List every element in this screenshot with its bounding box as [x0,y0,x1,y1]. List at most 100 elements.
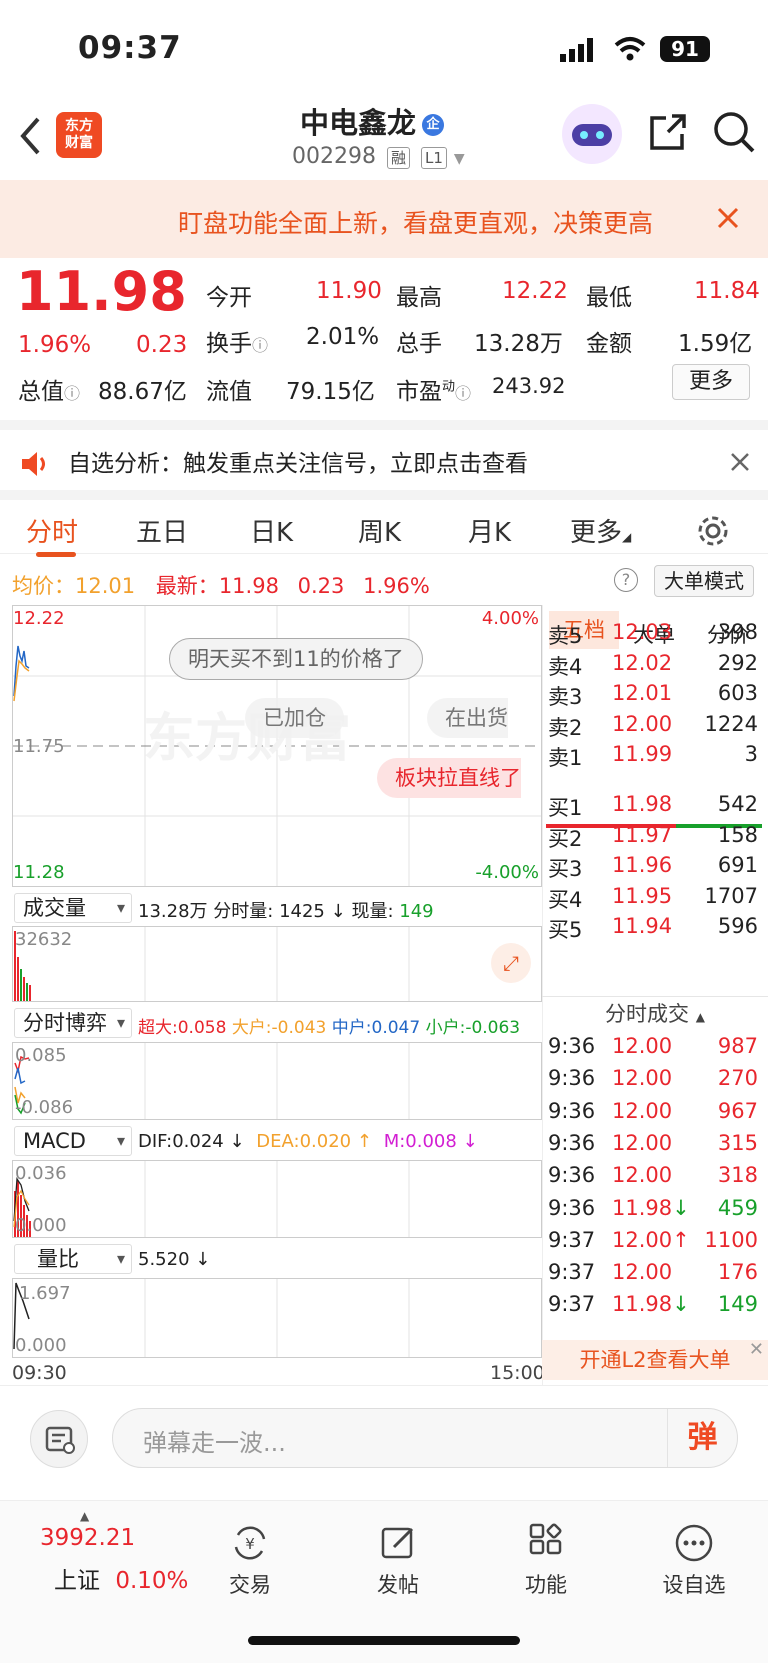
comment-bar: 弹幕走一波... 弹 [0,1385,768,1495]
game-chart[interactable]: 0.085 -0.086 [12,1042,542,1120]
robot-assistant-icon[interactable] [562,104,622,164]
mcap-value: 88.67亿 [98,379,187,405]
big-order-mode-button[interactable]: 大单模式 [654,565,754,597]
ask-row: 卖4 12.02 292 [548,650,758,679]
tab-weekly-k[interactable]: 周K [358,512,401,549]
help-icon[interactable]: ? [614,568,638,592]
banner-text: 盯盘功能全面上新，看盘更直观，决策更高 [178,209,654,238]
y-axis-bottom: 11.28 [13,862,65,883]
macd-indicator-select[interactable]: MACD [14,1126,132,1156]
pe-value: 243.92 [492,374,566,398]
ratio-info: 5.520 ↓ [138,1249,211,1270]
danmaku-bubble[interactable]: 明天买不到11的价格了 [169,638,423,680]
intraday-price-chart[interactable]: 东方财富 12.22 11.75 11.28 4.00% -4.00% 明天买不… [12,605,542,887]
volume-chart[interactable]: 32632 ⤢ [12,926,542,1002]
comment-list-icon[interactable] [30,1410,88,1468]
volume-indicator-select[interactable]: 成交量 [14,893,132,923]
ask-row: 卖2 12.00 1224 [548,711,758,740]
feature-banner[interactable]: 盯盘功能全面上新，看盘更直观，决策更高 [0,180,768,258]
l2-promo-button[interactable]: 开通L2查看大单 ✕ [542,1339,768,1380]
expand-icon[interactable]: ⤢ [491,943,531,983]
game-y-top: 0.085 [15,1045,67,1066]
game-lines [14,1043,410,1119]
bid-row: 买4 11.95 1707 [548,883,758,912]
app-logo[interactable]: 东方 财富 [56,112,102,158]
wifi-icon [614,37,646,61]
tab-daily-k[interactable]: 日K [250,512,293,549]
ratio-chart[interactable]: 1.697 0.000 [12,1278,542,1358]
danmaku-bubble[interactable]: 板块拉直线了 [377,758,521,798]
tab-intraday[interactable]: 分时 [26,512,78,549]
close-icon[interactable] [716,206,740,230]
y-axis-top: 12.22 [13,608,65,629]
low-label: 最低 [586,285,632,311]
analysis-notice[interactable]: 自选分析：触发重点关注信号，立即点击查看 [0,420,768,490]
pct-axis-bottom: -4.00% [475,862,539,883]
tab-more[interactable]: 更多◢ [570,512,631,549]
caret-up-icon: ▲ [80,1509,90,1523]
ticks-header[interactable]: 分时成交 ▲ [542,996,768,1030]
status-time: 09:37 [78,30,182,66]
tab-five-day[interactable]: 五日 [136,512,188,549]
share-icon[interactable] [646,112,688,154]
edit-icon [381,1527,414,1559]
stock-code-row: 002298 融 L1 ▼ [292,144,465,169]
search-icon[interactable] [712,110,756,154]
tick-row: 9:36 12.00 315 [548,1130,758,1155]
ratio-line [13,1279,410,1357]
trade-icon: ¥ [234,1526,266,1560]
speaker-icon [22,452,45,476]
ask-row: 卖3 12.01 603 [548,681,758,709]
trade-button[interactable]: ¥ 交易 [200,1523,300,1599]
tick-row: 9:36 12.00 270 [548,1066,758,1091]
volume-info: 13.28万 分时量: 1425 ↓ 现量: 149 [138,901,434,922]
post-button[interactable]: 发帖 [348,1523,448,1599]
verified-icon: 企 [422,114,445,136]
info-icon[interactable]: ⓘ [252,336,268,355]
bid-row: 买1 11.98 542 [548,792,758,820]
game-info: 超大:0.058 大户:-0.043 中户:0.047 小户:-0.063 [138,1018,521,1038]
macd-bars [13,1161,410,1237]
stock-header: 东方 财富 中电鑫龙企 002298 融 L1 ▼ [0,96,768,180]
send-danmaku-button[interactable]: 弹 [667,1409,737,1467]
ask-row: 卖5 12.03 398 [548,620,758,648]
latest-price: 11.98 [218,574,279,598]
volume-y-top: 32632 [15,929,73,950]
stock-code: 002298 [292,144,376,169]
danmaku-bubble[interactable]: 已加仓 [245,698,344,738]
ratio-indicator-select[interactable]: 量比 [14,1244,132,1274]
svg-text:¥: ¥ [245,1535,255,1553]
turnover-value: 2.01% [306,324,380,350]
game-indicator-select[interactable]: 分时博弈 [14,1008,132,1038]
back-icon[interactable] [18,116,42,156]
close-icon[interactable]: ✕ [749,1330,764,1370]
more-dots-icon [675,1524,713,1562]
game-y-bottom: -0.086 [15,1097,74,1118]
chevron-down-icon[interactable]: ▼ [454,151,465,167]
ask-row: 卖1 11.99 3 [548,742,758,770]
home-indicator [248,1636,520,1645]
add-watchlist-button[interactable]: 设自选 [644,1523,744,1599]
macd-chart[interactable]: 0.036 0.000 [12,1160,542,1238]
signal-icon [560,38,593,62]
danmaku-bubble[interactable]: 在出货 [427,698,508,738]
info-icon[interactable]: ⓘ [455,384,471,403]
settings-gear-icon[interactable] [696,514,730,548]
status-bar: 09:37 91 [0,0,768,96]
info-icon[interactable]: ⓘ [64,384,80,403]
tab-monthly-k[interactable]: 月K [468,512,511,549]
danmaku-input[interactable]: 弹幕走一波... 弹 [112,1408,738,1468]
more-button[interactable]: 更多 [672,364,750,400]
close-icon[interactable] [730,452,750,472]
index-row[interactable]: 上证 0.10% [54,1561,188,1595]
notice-text: 自选分析：触发重点关注信号，立即点击查看 [68,451,528,477]
tick-row: 9:36 12.00 967 [548,1098,758,1123]
bid-row: 买3 11.96 691 [548,853,758,881]
function-button[interactable]: 功能 [496,1523,596,1599]
open-value: 11.90 [316,278,382,304]
change-amount: 0.23 [136,332,188,358]
tick-row: 9:36 12.00 987 [548,1034,758,1058]
volume-bars [14,927,410,1001]
index-value[interactable]: 3992.21 [40,1525,135,1551]
current-price: 11.98 [16,260,187,323]
